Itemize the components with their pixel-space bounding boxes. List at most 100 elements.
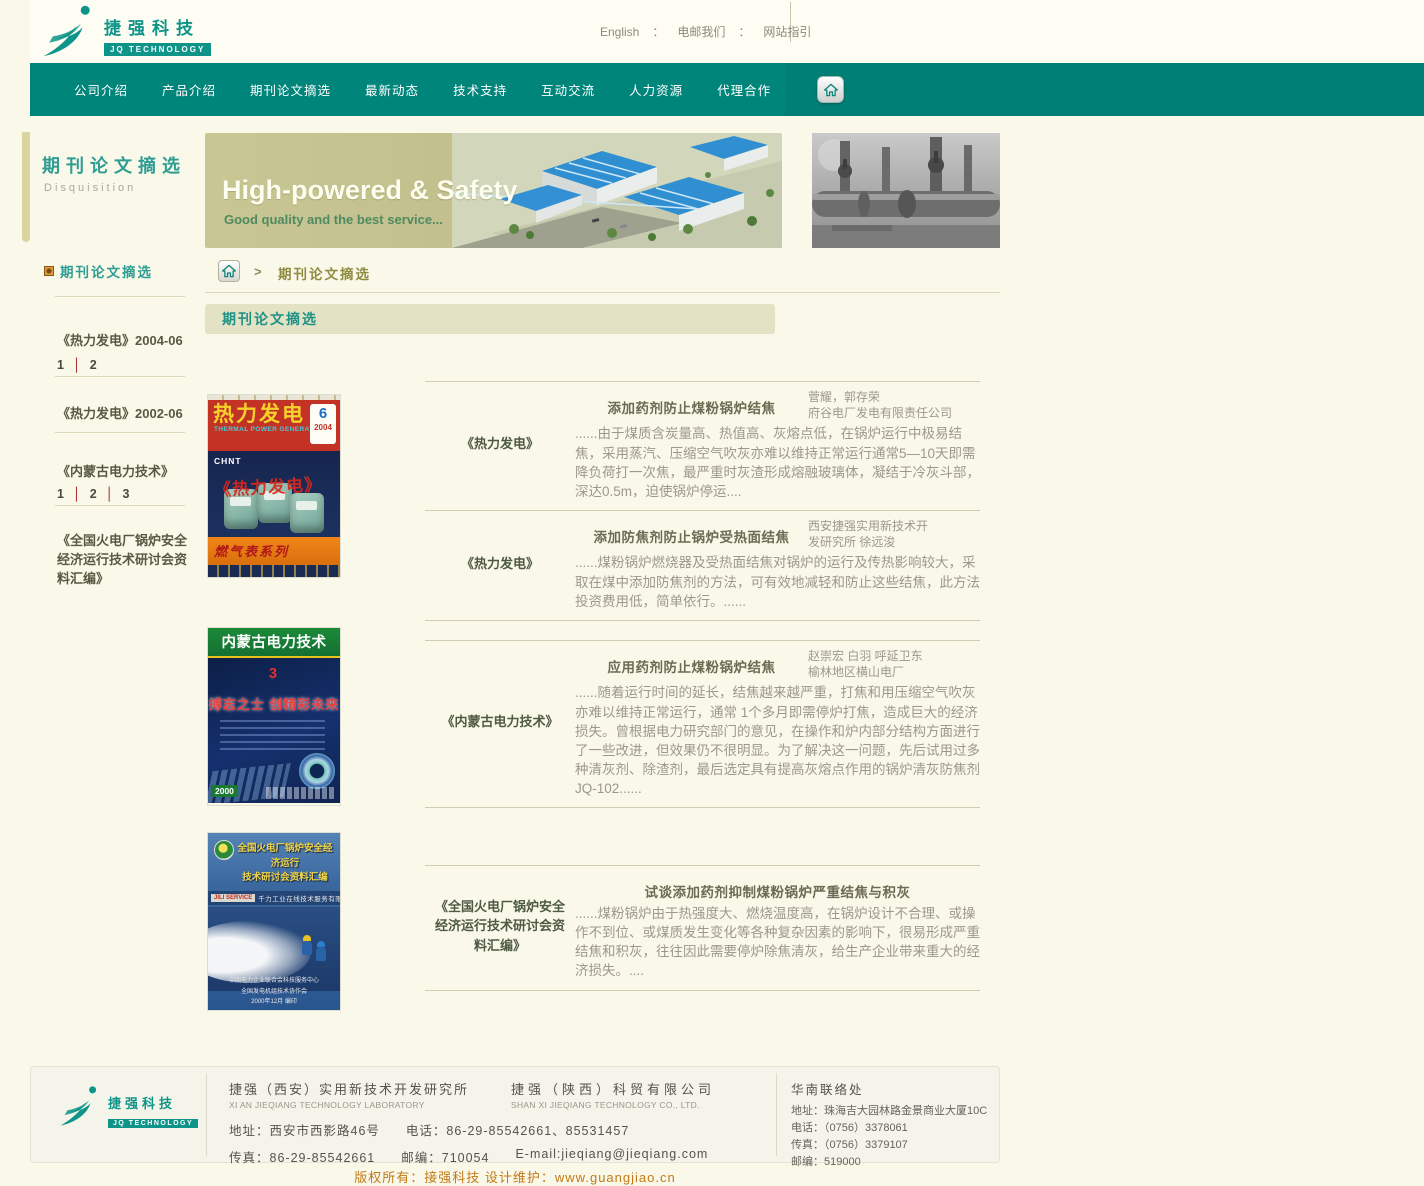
link-separator: ： [652, 23, 664, 40]
article-abstract: ......由于煤质含炭量高、热值高、灰熔点低，在锅炉运行中极易结焦，采用蒸汽、… [575, 424, 980, 501]
article-group-relifadian: 《热力发电》 添加药剂防止煤粉锅炉结焦 菅耀，郭存荣 府谷电厂发电有限责任公司 … [425, 381, 980, 621]
cover-title-line1: 全国火电厂锅炉安全经济运行 [236, 842, 334, 871]
service-text: 千力工业在线技术服务有限公司 [258, 893, 340, 903]
article-entry: 《热力发电》 添加防焦剂防止锅炉受热面结焦 西安捷强实用新技术开 发研究所 徐远… [425, 510, 980, 620]
page-link-1[interactable]: 1 [57, 358, 64, 372]
banner-tagline: Good quality and the best service... [224, 212, 443, 227]
article-entry: 《热力发电》 添加药剂防止煤粉锅炉结焦 菅耀，郭存荣 府谷电厂发电有限责任公司 … [425, 381, 980, 510]
banner-headline: High-powered & Safety [222, 175, 518, 206]
cover-footer-line1: 中国电力企业联合会科技服务中心 [208, 976, 340, 986]
cover-brand: CHNT [214, 456, 242, 466]
sidebar-item-compilation[interactable]: 《全国火电厂锅炉安全经济运行技术研讨会资料汇编》 [57, 532, 193, 589]
worker-illustration [302, 941, 312, 955]
article-content: 试谈添加药剂抑制煤粉锅炉严重结焦与积灰 ......煤粉锅炉由于热强度大、燃烧温… [575, 871, 980, 981]
footer-divider [206, 1073, 207, 1156]
cover-issue: 6 [310, 406, 336, 423]
brand-name: 捷强科技 [104, 14, 211, 39]
service-chip: JILI SERVICE [211, 894, 255, 902]
home-icon [221, 263, 237, 279]
nav-item-company[interactable]: 公司介绍 [74, 80, 128, 99]
nav-item-tech-support[interactable]: 技术支持 [453, 80, 507, 99]
article-authors: 赵崇宏 白羽 呼延卫东 榆林地区横山电厂 [808, 647, 980, 680]
cover-slogan: 搏志之士 创精彩未来 [208, 694, 340, 713]
footer-email[interactable]: E-mail:jieqiang@jieqiang.com [515, 1147, 708, 1166]
cover-top-strip [208, 395, 340, 400]
company-logo[interactable]: 捷强科技 JQ TECHNOLOGY [40, 4, 211, 58]
article-content: 应用药剂防止煤粉锅炉结焦 赵崇宏 白羽 呼延卫东 榆林地区横山电厂 ......… [575, 646, 980, 798]
cover-issue-box: 6 2004 [310, 404, 336, 444]
sidebar-accent-bar [22, 132, 30, 242]
footer-logo-text: 捷强科技 JQ TECHNOLOGY [108, 1085, 198, 1130]
article-group-compilation: 《全国火电厂锅炉安全经济运行技术研讨会资料汇编》 试谈添加药剂抑制煤粉锅炉严重结… [425, 865, 980, 991]
cover-footer-text [266, 787, 336, 799]
pager-divider: │ [73, 487, 81, 501]
nav-item-news[interactable]: 最新动态 [365, 80, 419, 99]
logo-text: 捷强科技 JQ TECHNOLOGY [104, 4, 211, 57]
swoosh-logo-icon [57, 1085, 103, 1127]
cover-text-rows [220, 720, 325, 754]
sidebar-item-rlfd-2004[interactable]: 《热力发电》2004-06 [57, 332, 193, 351]
article-title: 添加防焦剂防止锅炉受热面结焦 [575, 517, 808, 546]
journal-name: 《内蒙古电力技术》 [425, 646, 575, 798]
swoosh-logo-icon [40, 4, 98, 58]
org-name-cn: 捷强（陕西）科贸有限公司 [511, 1079, 715, 1098]
page: { "brand": { "name": "捷强科技", "tagline": … [0, 0, 1424, 1183]
cover-series-label: 燃气表系列 [214, 544, 289, 559]
page-link-3[interactable]: 3 [123, 487, 130, 501]
sidebar-item-journal-abstracts[interactable]: 期刊论文摘选 [44, 261, 153, 281]
brand-tagline: JQ TECHNOLOGY [104, 43, 211, 56]
south-office-title: 华南联络处 [791, 1079, 996, 1098]
authors-line1: 赵崇宏 白羽 呼延卫东 [808, 648, 980, 664]
cover-service-strip: JILI SERVICE 千力工业在线技术服务有限公司 [208, 891, 340, 905]
footer-south-office: 华南联络处 地址：珠海吉大园林路金景商业大厦10C 电话：（0756）33780… [791, 1079, 996, 1171]
article-abstract: ......煤粉锅炉燃烧器及受热面结焦对锅炉的运行及传热影响较大，采取在煤中添加… [575, 553, 980, 610]
section-title-bar: 期刊论文摘选 [205, 304, 775, 334]
footer-zipcode: 邮编：710054 [401, 1147, 489, 1166]
authors-line1: 菅耀，郭存荣 [808, 389, 980, 405]
cover-header: 热力发电 THERMAL POWER GENERATION 6 2004 [208, 395, 340, 451]
journal-name: 《热力发电》 [425, 387, 575, 501]
worker-illustration [316, 947, 326, 961]
pager-divider: │ [73, 358, 81, 372]
article-group-neimenggu: 《内蒙古电力技术》 应用药剂防止煤粉锅炉结焦 赵崇宏 白羽 呼延卫东 榆林地区横… [425, 640, 980, 808]
sidebar-divider [55, 376, 185, 377]
org-name-en: SHAN XI JIEQIANG TECHNOLOGY CO., LTD. [511, 1100, 715, 1110]
nav-item-journal-abstracts[interactable]: 期刊论文摘选 [250, 80, 331, 99]
sidebar-item-nmgdljs[interactable]: 《内蒙古电力技术》 [57, 463, 193, 482]
south-office-phone: 电话：（0756）3378061 [791, 1120, 996, 1137]
nav-item-products[interactable]: 产品介绍 [162, 80, 216, 99]
footer-address: 地址：西安市西影路46号 [229, 1120, 380, 1139]
link-english[interactable]: English [600, 25, 639, 39]
page-link-1[interactable]: 1 [57, 487, 64, 501]
page-link-2[interactable]: 2 [90, 358, 97, 372]
footer-contact-main: 捷强（西安）实用新技术开发研究所 XI AN JIEQIANG TECHNOLO… [229, 1079, 769, 1166]
nav-home-button[interactable] [817, 76, 844, 103]
article-authors: 西安捷强实用新技术开 发研究所 徐远浚 [808, 517, 980, 550]
pager-divider: │ [106, 487, 114, 501]
content-divider [205, 292, 1000, 293]
page-link-2[interactable]: 2 [90, 487, 97, 501]
journal-cover-neimenggu: 内蒙古电力技术 3 搏志之士 创精彩未来 2000 [208, 628, 340, 805]
journal-name: 《热力发电》 [425, 516, 575, 611]
cover-photo: CHNT 《热力发电》 [208, 451, 340, 537]
article-authors: 菅耀，郭存荣 府谷电厂发电有限责任公司 [808, 388, 980, 421]
nav-item-agency[interactable]: 代理合作 [717, 80, 771, 99]
home-icon [823, 82, 839, 98]
sidebar-divider [55, 296, 185, 297]
link-sitemap[interactable]: 网站指引 [763, 23, 811, 40]
cover-bottom-strip [208, 565, 340, 577]
cd-illustration [299, 753, 335, 789]
bullet-icon [44, 266, 54, 276]
footer-logo: 捷强科技 JQ TECHNOLOGY [57, 1085, 198, 1130]
journal-name: 《全国火电厂锅炉安全经济运行技术研讨会资料汇编》 [425, 871, 575, 981]
breadcrumb-home-button[interactable] [218, 260, 240, 282]
link-email-us[interactable]: 电邮我们 [677, 23, 725, 40]
cover-masthead: 内蒙古电力技术 [208, 628, 340, 658]
gas-meter-illustration [290, 493, 324, 533]
authors-line1: 西安捷强实用新技术开 [808, 518, 980, 534]
south-office-fax: 传真：（0756）3379107 [791, 1137, 996, 1154]
main-nav: 公司介绍 产品介绍 期刊论文摘选 最新动态 技术支持 互动交流 人力资源 代理合… [30, 63, 1424, 116]
nav-item-interaction[interactable]: 互动交流 [541, 80, 595, 99]
sidebar-item-rlfd-2002[interactable]: 《热力发电》2002-06 [57, 405, 193, 424]
nav-item-hr[interactable]: 人力资源 [629, 80, 683, 99]
